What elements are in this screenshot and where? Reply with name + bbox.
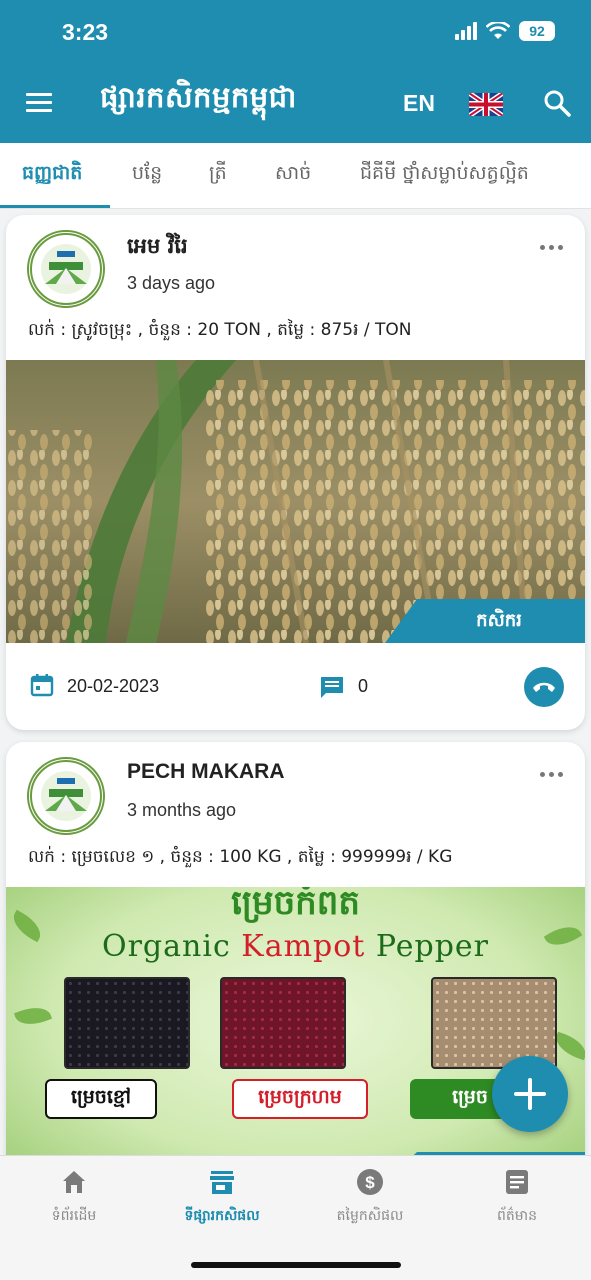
wifi-icon xyxy=(486,22,510,39)
post-time: 3 days ago xyxy=(127,273,216,293)
nav-label: តម្លៃកសិផល xyxy=(336,1208,404,1224)
nav-news[interactable]: ព័ត៌មាន xyxy=(443,1168,591,1227)
comment-icon[interactable] xyxy=(319,675,345,699)
black-pepper-label: ម្រេចខ្មៅ xyxy=(45,1079,157,1119)
role-badge: កសិករ xyxy=(385,599,585,643)
plus-icon xyxy=(514,1078,546,1110)
red-pepper-label: ម្រេចក្រហម xyxy=(232,1079,368,1119)
nav-home[interactable]: ទំព័រដើម xyxy=(0,1168,148,1227)
tab-fertilizer-pesticide[interactable]: ជីគីមី ថ្នាំសម្លាប់សត្វល្អិត xyxy=(360,161,529,189)
news-icon xyxy=(506,1170,528,1194)
app-header: 3:23 92 ផ្សារកសិកម្មកម្ពុជា EN xyxy=(0,0,591,143)
search-icon xyxy=(544,90,571,117)
phone-icon xyxy=(533,682,555,692)
red-pepper-sample xyxy=(220,977,346,1069)
calendar-icon xyxy=(30,674,54,697)
dollar-icon: $ xyxy=(357,1169,383,1195)
seller-name[interactable]: PECH MAKARA xyxy=(127,760,285,784)
cellular-signal-icon xyxy=(455,22,477,40)
black-pepper-sample xyxy=(64,977,190,1069)
seller-avatar[interactable] xyxy=(27,230,105,308)
post-time: 3 months ago xyxy=(127,800,237,820)
search-button[interactable] xyxy=(543,89,571,117)
tab-fish[interactable]: ត្រី xyxy=(209,161,227,189)
uk-flag-icon[interactable] xyxy=(469,93,503,116)
nav-label: ព័ត៌មាន xyxy=(497,1208,537,1224)
tab-cereals[interactable]: ធញ្ញជាតិ xyxy=(22,161,82,189)
promo-subtitle: Organic Kampot Pepper xyxy=(6,929,585,964)
active-tab-indicator xyxy=(0,205,110,208)
pepper-promo-image[interactable]: ម្រេចកំពត Organic Kampot Pepper ម្រេចខ្ម… xyxy=(6,887,585,1182)
home-icon xyxy=(63,1171,85,1193)
promo-subtitle-part: Organic xyxy=(102,929,242,964)
category-tabs: ធញ្ញជាតិ បន្លែ ត្រី សាច់ ជីគីមី ថ្នាំសម្… xyxy=(0,143,591,209)
comment-count: 0 xyxy=(358,676,369,696)
menu-button[interactable] xyxy=(26,93,52,113)
promo-title: ម្រេចកំពត xyxy=(231,887,360,923)
status-icons: 92 xyxy=(455,21,555,41)
white-pepper-sample xyxy=(431,977,557,1069)
tab-vegetables[interactable]: បន្លែ xyxy=(132,161,162,189)
add-post-button[interactable] xyxy=(492,1056,568,1132)
seller-avatar[interactable] xyxy=(27,757,105,835)
battery-icon: 92 xyxy=(519,21,555,41)
home-indicator[interactable] xyxy=(191,1262,401,1268)
post-date: 20-02-2023 xyxy=(67,676,160,696)
store-icon xyxy=(210,1171,234,1194)
status-time: 3:23 xyxy=(62,19,109,45)
rice-photo[interactable]: កសិករ xyxy=(6,360,585,643)
svg-text:$: $ xyxy=(365,1173,375,1192)
post-footer: 20-02-2023 0 xyxy=(6,643,585,730)
tab-meat[interactable]: សាច់ xyxy=(275,161,311,189)
more-options-icon[interactable] xyxy=(540,245,563,250)
seller-name[interactable]: អេម វិរៃ xyxy=(127,233,188,264)
listing-details: លក់ : ស្រូវចម្រុះ , ចំនួន : 20 TON , តម្… xyxy=(28,320,412,340)
call-button[interactable] xyxy=(524,667,564,707)
nav-prices[interactable]: $ តម្លៃកសិផល xyxy=(296,1168,444,1227)
nav-label: ទីផ្សារកសិផល xyxy=(184,1208,260,1224)
app-title: ផ្សារកសិកម្មកម្ពុជា xyxy=(100,80,297,114)
more-options-icon[interactable] xyxy=(540,772,563,777)
listing-details: លក់ : ម្រេចលេខ ១ , ចំនួន : 100 KG , តម្ល… xyxy=(28,847,453,867)
nav-marketplace[interactable]: ទីផ្សារកសិផល xyxy=(148,1168,296,1227)
nav-label: ទំព័រដើម xyxy=(51,1208,97,1224)
promo-subtitle-kampot: Kampot xyxy=(241,929,366,964)
language-toggle[interactable]: EN xyxy=(403,90,435,117)
post-card[interactable]: អេម វិរៃ 3 days ago លក់ : ស្រូវចម្រុះ , … xyxy=(6,215,585,730)
promo-subtitle-part: Pepper xyxy=(365,929,489,964)
